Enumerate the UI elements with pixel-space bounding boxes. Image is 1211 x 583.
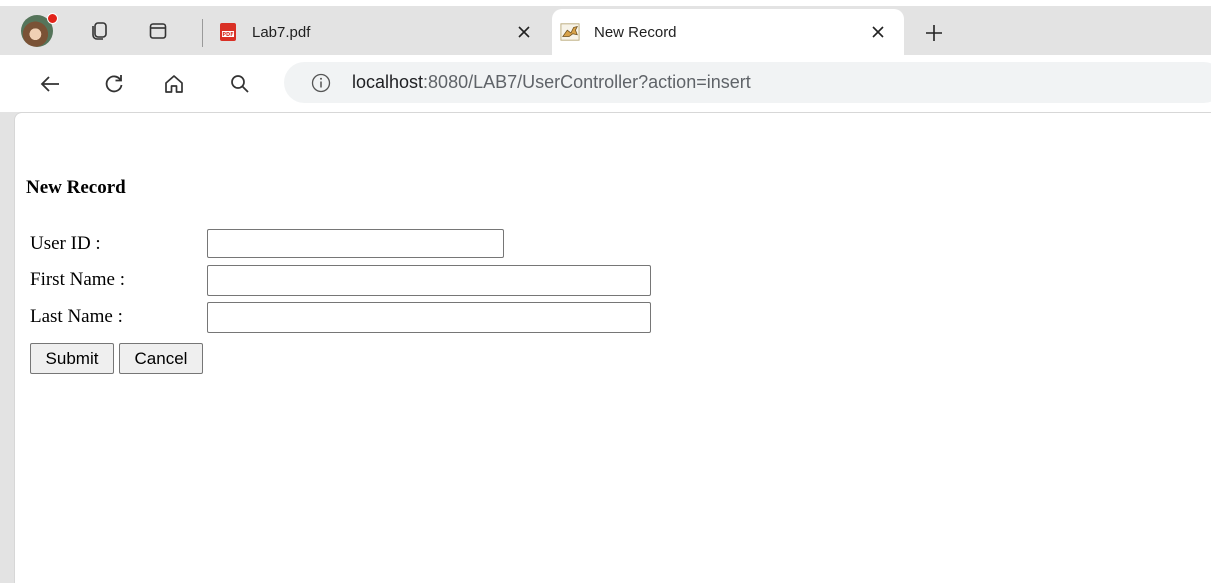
page-title: New Record: [26, 177, 126, 198]
refresh-button[interactable]: [101, 71, 127, 97]
search-button[interactable]: [227, 71, 253, 97]
page-viewport: New Record User ID : First Name : Last N…: [14, 112, 1211, 583]
tab-title: New Record: [594, 23, 677, 41]
tab-separator: [202, 19, 203, 47]
first-name-label: First Name :: [30, 269, 125, 290]
back-button[interactable]: [37, 71, 63, 97]
cancel-button[interactable]: Cancel: [119, 343, 203, 374]
close-tab-icon[interactable]: [512, 20, 536, 44]
browser-toolbar: localhost:8080/LAB7/UserController?actio…: [0, 55, 1211, 112]
collections-icon[interactable]: [86, 18, 112, 44]
new-tab-button[interactable]: [920, 19, 948, 47]
notification-dot: [47, 13, 58, 24]
search-icon: [231, 75, 249, 93]
tab-actions-icon[interactable]: [145, 18, 171, 44]
address-bar[interactable]: localhost:8080/LAB7/UserController?actio…: [284, 62, 1211, 103]
tab-title: Lab7.pdf: [252, 23, 311, 41]
url-text[interactable]: localhost:8080/LAB7/UserController?actio…: [352, 72, 751, 93]
plus-icon: [926, 25, 942, 41]
submit-button[interactable]: Submit: [30, 343, 114, 374]
refresh-icon: [105, 75, 123, 93]
url-host: localhost: [352, 72, 424, 92]
user-id-label: User ID :: [30, 233, 101, 254]
tab-lab7-pdf[interactable]: PDF Lab7.pdf: [210, 9, 550, 55]
tab-strip: PDF Lab7.pdf New Record: [0, 0, 1211, 55]
site-info-icon[interactable]: [310, 72, 332, 94]
pdf-icon: PDF: [218, 22, 238, 42]
close-tab-icon[interactable]: [866, 20, 890, 44]
url-path: :8080/LAB7/UserController?action=insert: [423, 72, 751, 92]
first-name-input[interactable]: [207, 265, 651, 296]
user-id-input[interactable]: [207, 229, 504, 258]
home-icon: [165, 75, 183, 93]
tab-new-record[interactable]: New Record: [552, 9, 904, 55]
last-name-label: Last Name :: [30, 306, 123, 327]
arrow-left-icon: [40, 76, 59, 92]
tomcat-icon: [560, 22, 580, 42]
svg-text:PDF: PDF: [222, 32, 233, 38]
last-name-input[interactable]: [207, 302, 651, 333]
home-button[interactable]: [161, 71, 187, 97]
